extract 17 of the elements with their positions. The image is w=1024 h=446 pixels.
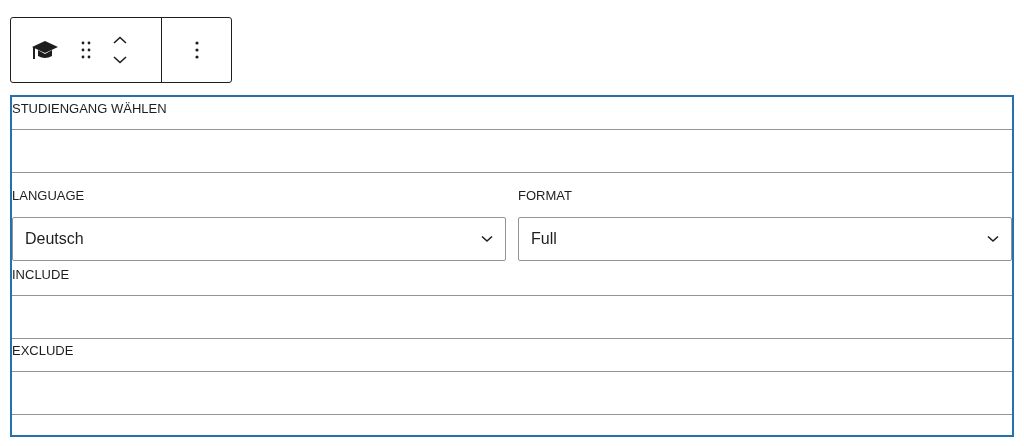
chevron-down-icon [481,235,493,243]
more-options-icon[interactable] [194,41,199,59]
input-field[interactable] [12,371,1012,415]
field-label: EXCLUDE [12,342,75,360]
chevron-down-icon [987,235,999,243]
select-field[interactable]: Full [518,217,1012,261]
input-field[interactable] [12,295,1012,339]
input-field[interactable] [12,129,1012,173]
move-down-icon[interactable] [113,56,127,64]
field-label: FORMAT [518,187,573,205]
field-label: LANGUAGE [12,187,86,205]
graduation-cap-icon[interactable] [31,38,59,62]
select-field[interactable]: Deutsch [12,217,506,261]
field-label: STUDIENGANG WÄHLEN [12,100,168,118]
drag-handle-icon[interactable] [81,41,91,59]
field-label: INCLUDE [12,266,71,284]
move-up-icon[interactable] [113,36,127,44]
